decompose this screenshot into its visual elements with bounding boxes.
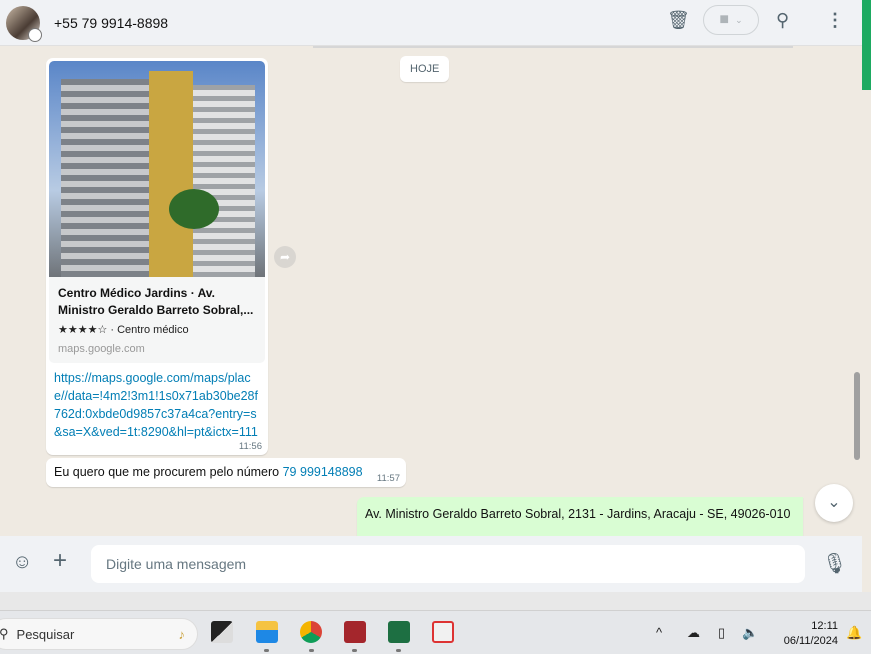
- emoji-icon[interactable]: ☺: [12, 551, 32, 574]
- volume-icon[interactable]: 🔈: [742, 625, 758, 641]
- contact-name[interactable]: +55 79 9914-8898: [54, 15, 168, 31]
- search-icon: ⚲: [0, 626, 9, 641]
- avatar[interactable]: [6, 5, 42, 42]
- chevron-up-icon[interactable]: ^: [656, 625, 662, 640]
- message-outgoing: Av. Ministro Geraldo Barreto Sobral, 213…: [357, 497, 803, 536]
- cloud-off-icon[interactable]: ☁: [687, 625, 700, 641]
- access-icon[interactable]: [344, 621, 366, 643]
- microphone-icon[interactable]: 🎙: [822, 551, 847, 576]
- message-url[interactable]: https://maps.google.com/maps/place//data…: [49, 363, 265, 441]
- message-body: Eu quero que me procurem pelo número: [54, 465, 283, 479]
- running-indicator: [264, 649, 269, 652]
- chat-header: +55 79 9914-8898 🗑 ■ ⌄ ⚲ ⋮: [0, 0, 862, 46]
- snipping-tool-icon[interactable]: [432, 621, 454, 643]
- preview-image[interactable]: [49, 61, 265, 277]
- excel-icon[interactable]: [388, 621, 410, 643]
- date-divider: HOJE: [400, 56, 450, 82]
- scroll-down-button[interactable]: ⌄: [815, 484, 853, 522]
- video-call-button[interactable]: ■ ⌄: [703, 5, 759, 35]
- message-time: 11:57: [376, 473, 400, 484]
- clock-time: 12:11: [811, 620, 838, 632]
- forward-icon[interactable]: ➦: [274, 246, 296, 268]
- preview-domain: maps.google.com: [58, 343, 145, 355]
- task-view-icon[interactable]: [211, 621, 233, 643]
- message-text: Eu quero que me procurem pelo número 79 …: [46, 458, 406, 487]
- attach-plus-icon[interactable]: +: [53, 547, 67, 575]
- composer: ☺ + 🎙: [0, 536, 862, 592]
- preview-title: Centro Médico Jardins · Av. Ministro Ger…: [58, 286, 254, 317]
- scrollbar[interactable]: [852, 46, 862, 536]
- window-border: [0, 592, 871, 610]
- file-explorer-icon[interactable]: [256, 621, 278, 643]
- search-label: Pesquisar: [16, 626, 75, 642]
- clock-date: 06/11/2024: [783, 635, 838, 647]
- saxophone-icon: ♪: [178, 626, 186, 642]
- scrollbar-thumb[interactable]: [854, 372, 860, 460]
- running-indicator: [352, 649, 357, 652]
- notification-bell-icon[interactable]: 🔔: [846, 625, 862, 641]
- message-time: 11:56: [238, 441, 262, 452]
- clock[interactable]: 12:11 06/11/2024: [770, 619, 838, 649]
- menu-icon[interactable]: ⋮: [826, 10, 844, 31]
- video-call-icon: ■: [719, 11, 730, 28]
- search-icon[interactable]: ⚲: [776, 10, 789, 31]
- phone-link[interactable]: 79 999148898: [283, 465, 363, 479]
- accent-bar: [862, 0, 871, 90]
- network-icon[interactable]: ▯: [718, 625, 725, 641]
- message-input[interactable]: [91, 545, 805, 583]
- running-indicator: [309, 649, 314, 652]
- running-indicator: [396, 649, 401, 652]
- delete-icon[interactable]: 🗑: [667, 10, 690, 31]
- taskbar-search[interactable]: ⚲ Pesquisar ♪: [0, 618, 198, 650]
- chrome-icon[interactable]: [300, 621, 322, 643]
- chevron-down-icon: ⌄: [827, 494, 841, 511]
- link-preview[interactable]: Centro Médico Jardins · Av. Ministro Ger…: [49, 277, 265, 363]
- message-list: HOJE Centro Médico Jardins · Av. Ministr…: [0, 46, 852, 536]
- preview-meta: ★★★★☆ · Centro médico: [58, 324, 189, 336]
- chevron-down-icon: ⌄: [735, 14, 743, 25]
- message-link: Centro Médico Jardins · Av. Ministro Ger…: [46, 58, 268, 455]
- divider: [313, 46, 793, 48]
- taskbar: ⚲ Pesquisar ♪ ^ ☁ ▯ 🔈 12:11 06/11/2024 🔔: [0, 610, 871, 654]
- message-body: Av. Ministro Geraldo Barreto Sobral, 213…: [365, 507, 791, 521]
